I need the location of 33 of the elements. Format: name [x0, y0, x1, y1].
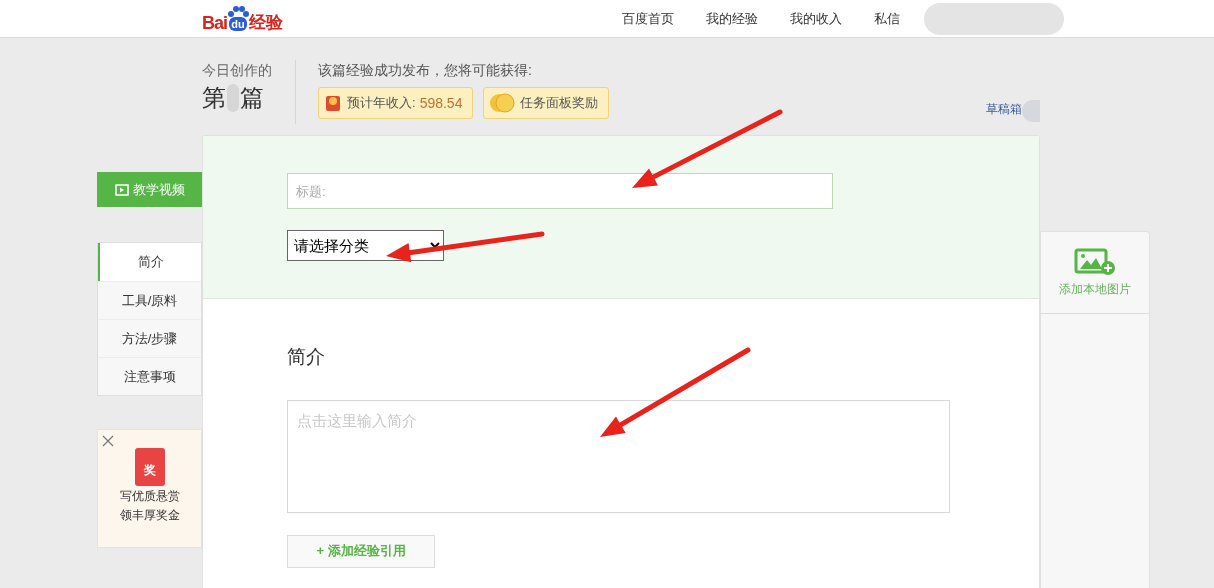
envelope-icon	[323, 93, 343, 113]
image-add-icon	[1074, 247, 1116, 276]
badge-label: 预计年收入:	[347, 94, 416, 113]
intro-heading: 简介	[287, 345, 326, 369]
category-select[interactable]: 请选择分类	[287, 230, 444, 261]
count-suffix: 篇	[240, 83, 264, 113]
promo-text: 领丰厚奖金	[119, 507, 180, 524]
count-prefix: 第	[202, 83, 226, 113]
badge-value: 598.54	[419, 93, 463, 113]
logo-text[interactable]: 经验	[249, 11, 283, 34]
envelope-label: 奖	[143, 462, 156, 479]
film-icon	[114, 183, 129, 196]
nav-link[interactable]: 我的经验	[706, 8, 758, 29]
drafts-link[interactable]: 草稿箱	[986, 100, 1022, 118]
today-label: 今日创作的	[202, 61, 273, 80]
paw-logo[interactable]: du	[227, 5, 249, 34]
nav-link[interactable]: 私信	[874, 8, 900, 29]
title-field[interactable]: 标题:	[287, 173, 833, 209]
nav-link[interactable]: 我的收入	[790, 8, 842, 29]
section-tab[interactable]: 工具/原料	[98, 281, 201, 319]
close-icon[interactable]	[102, 435, 114, 447]
coins-icon	[488, 92, 517, 114]
promo-text: 写优质悬赏	[119, 488, 180, 505]
section-tab[interactable]: 简介	[98, 243, 201, 281]
section-tab[interactable]: 注意事项	[98, 357, 201, 395]
badge-label: 任务面板奖励	[520, 94, 599, 113]
promo-card[interactable]: 奖 写优质悬赏 领丰厚奖金	[97, 429, 202, 548]
reward-message: 该篇经验成功发布，您将可能获得:	[318, 61, 533, 80]
section-tab[interactable]: 方法/步骤	[98, 319, 201, 357]
reward-badge[interactable]: 预计年收入: 598.54	[318, 87, 474, 119]
nav-link[interactable]: 百度首页	[622, 8, 674, 29]
logo-text[interactable]: Bai	[202, 11, 227, 34]
reward-badge[interactable]: 任务面板奖励	[483, 87, 610, 119]
